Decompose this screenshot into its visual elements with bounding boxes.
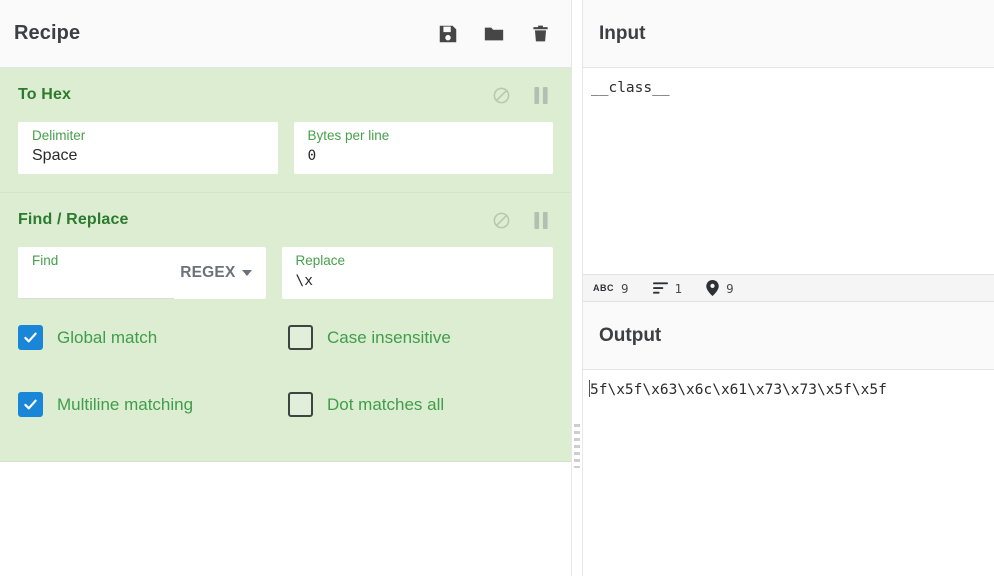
output-panel-title: Output — [599, 324, 662, 346]
checkbox-label: Case insensitive — [327, 327, 451, 347]
output-title-bar: Output — [583, 302, 994, 370]
io-pane: Input __class__ ABC 9 1 9 Output 5f\x5f\… — [582, 0, 994, 576]
arg-value: \x — [295, 273, 313, 289]
arg-find[interactable]: Find REGEX — [18, 247, 266, 299]
operation-title: Find / Replace — [18, 211, 129, 228]
arg-value: Space — [32, 147, 78, 164]
operation-title: To Hex — [18, 86, 72, 103]
arg-replace[interactable]: Replace \x — [281, 247, 553, 299]
operation-args: Find REGEX Replace \x — [0, 247, 571, 299]
operation-args: Delimiter Space Bytes per line 0 — [0, 122, 571, 174]
arg-delimiter[interactable]: Delimiter Space — [18, 122, 278, 174]
page-title: Recipe — [14, 22, 81, 44]
pane-splitter[interactable] — [572, 0, 582, 576]
recipe-operation-to-hex[interactable]: To Hex Delimiter Space Bytes per line 0 — [0, 68, 571, 193]
checkbox-dot-matches-all[interactable]: Dot matches all — [288, 392, 553, 417]
checkbox-label: Dot matches all — [327, 394, 445, 414]
ban-icon[interactable] — [491, 210, 511, 230]
input-textarea[interactable]: __class__ — [583, 68, 994, 274]
lines-icon — [652, 282, 668, 294]
map-pin-icon — [706, 280, 719, 296]
lines-value: 1 — [674, 280, 683, 296]
recipe-title-bar: Recipe — [0, 0, 571, 68]
find-replace-options: Global match Case insensitive Multiline … — [0, 299, 571, 417]
position-value: 9 — [726, 280, 734, 296]
checkbox-case-insensitive[interactable]: Case insensitive — [288, 325, 553, 350]
recipe-operations-list: To Hex Delimiter Space Bytes per line 0 … — [0, 68, 571, 576]
splitter-drag-handle[interactable] — [574, 424, 580, 468]
folder-icon[interactable] — [483, 22, 505, 46]
operation-header: Find / Replace — [0, 193, 571, 247]
checkbox-multiline-matching[interactable]: Multiline matching — [18, 392, 288, 417]
find-input[interactable]: Find — [18, 247, 175, 299]
input-title-bar: Input — [583, 0, 994, 68]
checkbox-unchecked-icon — [288, 325, 313, 350]
checkbox-unchecked-icon — [288, 392, 313, 417]
pause-icon[interactable] — [531, 85, 551, 105]
operation-controls — [491, 210, 551, 230]
recipe-controls — [437, 22, 551, 46]
recipe-pane: Recipe To Hex Delimiter Space Bytes per … — [0, 0, 572, 576]
find-mode-label: REGEX — [180, 264, 236, 281]
output-section: Output 5f\x5f\x63\x6c\x61\x73\x73\x5f\x5… — [583, 302, 994, 576]
recipe-operation-find-replace[interactable]: Find / Replace Find REGEX Replace \x Glo… — [0, 193, 571, 462]
trash-icon[interactable] — [529, 22, 551, 46]
checkbox-global-match[interactable]: Global match — [18, 325, 288, 350]
stat-position: 9 — [706, 280, 734, 296]
arg-label: Replace — [295, 253, 346, 268]
output-textarea[interactable]: 5f\x5f\x63\x6c\x61\x73\x73\x5f\x5f — [583, 370, 994, 576]
output-value: 5f\x5f\x63\x6c\x61\x73\x73\x5f\x5f — [590, 382, 887, 398]
save-icon[interactable] — [437, 22, 459, 46]
stat-length: ABC 9 — [593, 281, 629, 296]
arg-label: Delimiter — [32, 128, 86, 143]
checkbox-checked-icon — [18, 392, 43, 417]
cyberchef-app: Recipe To Hex Delimiter Space Bytes per … — [0, 0, 994, 576]
length-value: 9 — [621, 280, 629, 296]
operation-header: To Hex — [0, 68, 571, 122]
arg-bytes-per-line[interactable]: Bytes per line 0 — [293, 122, 553, 174]
find-mode-dropdown[interactable]: REGEX — [174, 247, 265, 299]
checkbox-label: Global match — [57, 327, 158, 347]
input-panel-title: Input — [599, 22, 646, 44]
operation-controls — [491, 85, 551, 105]
ban-icon[interactable] — [491, 85, 511, 105]
input-status-bar: ABC 9 1 9 — [583, 274, 994, 302]
arg-label: Find — [32, 253, 59, 268]
operation-spacer — [0, 417, 571, 443]
pause-icon[interactable] — [531, 210, 551, 230]
arg-value: 0 — [307, 148, 317, 164]
checkbox-checked-icon — [18, 325, 43, 350]
abc-icon: ABC — [593, 282, 614, 293]
checkbox-label: Multiline matching — [57, 394, 194, 414]
stat-lines: 1 — [652, 280, 683, 296]
chevron-down-icon — [241, 270, 252, 276]
arg-label: Bytes per line — [307, 128, 390, 143]
